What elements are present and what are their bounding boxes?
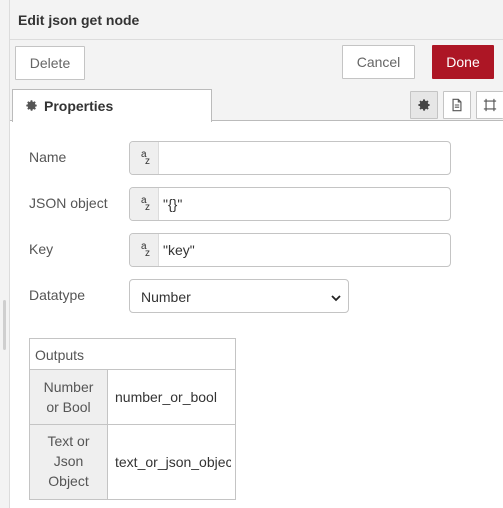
cancel-button[interactable]: Cancel bbox=[342, 45, 415, 79]
table-row: Number or Bool number_or_bool bbox=[30, 370, 235, 425]
name-label: Name bbox=[29, 149, 67, 165]
output-value: text_or_json_object bbox=[115, 454, 231, 470]
datatype-select[interactable]: Number bbox=[129, 279, 349, 313]
output-label: Number or Bool bbox=[30, 370, 108, 424]
type-selector-string[interactable]: a z bbox=[130, 234, 159, 266]
outputs-table: Outputs Number or Bool number_or_bool Te… bbox=[29, 338, 236, 500]
done-button[interactable]: Done bbox=[432, 45, 494, 79]
tray-title: Edit json get node bbox=[18, 12, 140, 28]
gear-icon bbox=[25, 99, 38, 115]
string-type-icon-z: z bbox=[145, 156, 150, 167]
resize-handle[interactable] bbox=[3, 300, 6, 350]
datatype-label: Datatype bbox=[29, 287, 86, 303]
delete-button[interactable]: Delete bbox=[15, 46, 85, 80]
output-value: number_or_bool bbox=[115, 389, 217, 405]
left-edge-panel bbox=[0, 0, 10, 508]
tab-properties[interactable]: Properties bbox=[12, 89, 212, 122]
tray-toolbar: Delete Cancel Done bbox=[10, 40, 503, 87]
description-button[interactable] bbox=[443, 91, 471, 119]
output-label-line: Object bbox=[48, 473, 89, 489]
output-label-line: Number bbox=[43, 379, 94, 395]
type-selector-string[interactable]: a z bbox=[130, 142, 159, 174]
output-label: Text or Json Object bbox=[30, 425, 108, 499]
outputs-header: Outputs bbox=[30, 339, 235, 370]
string-type-icon-z: z bbox=[145, 202, 150, 213]
node-settings-button[interactable] bbox=[410, 91, 438, 119]
table-row: Text or Json Object text_or_json_object bbox=[30, 425, 235, 499]
tabs-bar: Properties bbox=[10, 87, 503, 122]
key-label: Key bbox=[29, 241, 54, 257]
gear-icon bbox=[418, 99, 430, 111]
json-object-input[interactable]: a z "{}" bbox=[129, 187, 451, 221]
key-value: "key" bbox=[163, 242, 195, 258]
datatype-selected-value: Number bbox=[141, 289, 191, 305]
outputs-title: Outputs bbox=[35, 347, 85, 363]
string-type-icon-z: z bbox=[145, 248, 150, 259]
appearance-button[interactable] bbox=[476, 91, 503, 119]
json-object-value: "{}" bbox=[163, 196, 183, 212]
output-label-line: Json bbox=[53, 453, 84, 469]
key-input[interactable]: a z "key" bbox=[129, 233, 451, 267]
output-label-line: or Bool bbox=[46, 399, 91, 415]
type-selector-string[interactable]: a z bbox=[130, 188, 159, 220]
name-input[interactable]: a z bbox=[129, 141, 451, 175]
tab-properties-label: Properties bbox=[44, 98, 114, 114]
chevron-down-icon bbox=[330, 291, 342, 307]
frame-icon bbox=[483, 98, 497, 112]
output-label-line: Text or bbox=[47, 433, 90, 449]
tray-header: Edit json get node bbox=[10, 0, 503, 40]
document-icon bbox=[452, 98, 462, 112]
json-object-label: JSON object bbox=[29, 195, 108, 211]
